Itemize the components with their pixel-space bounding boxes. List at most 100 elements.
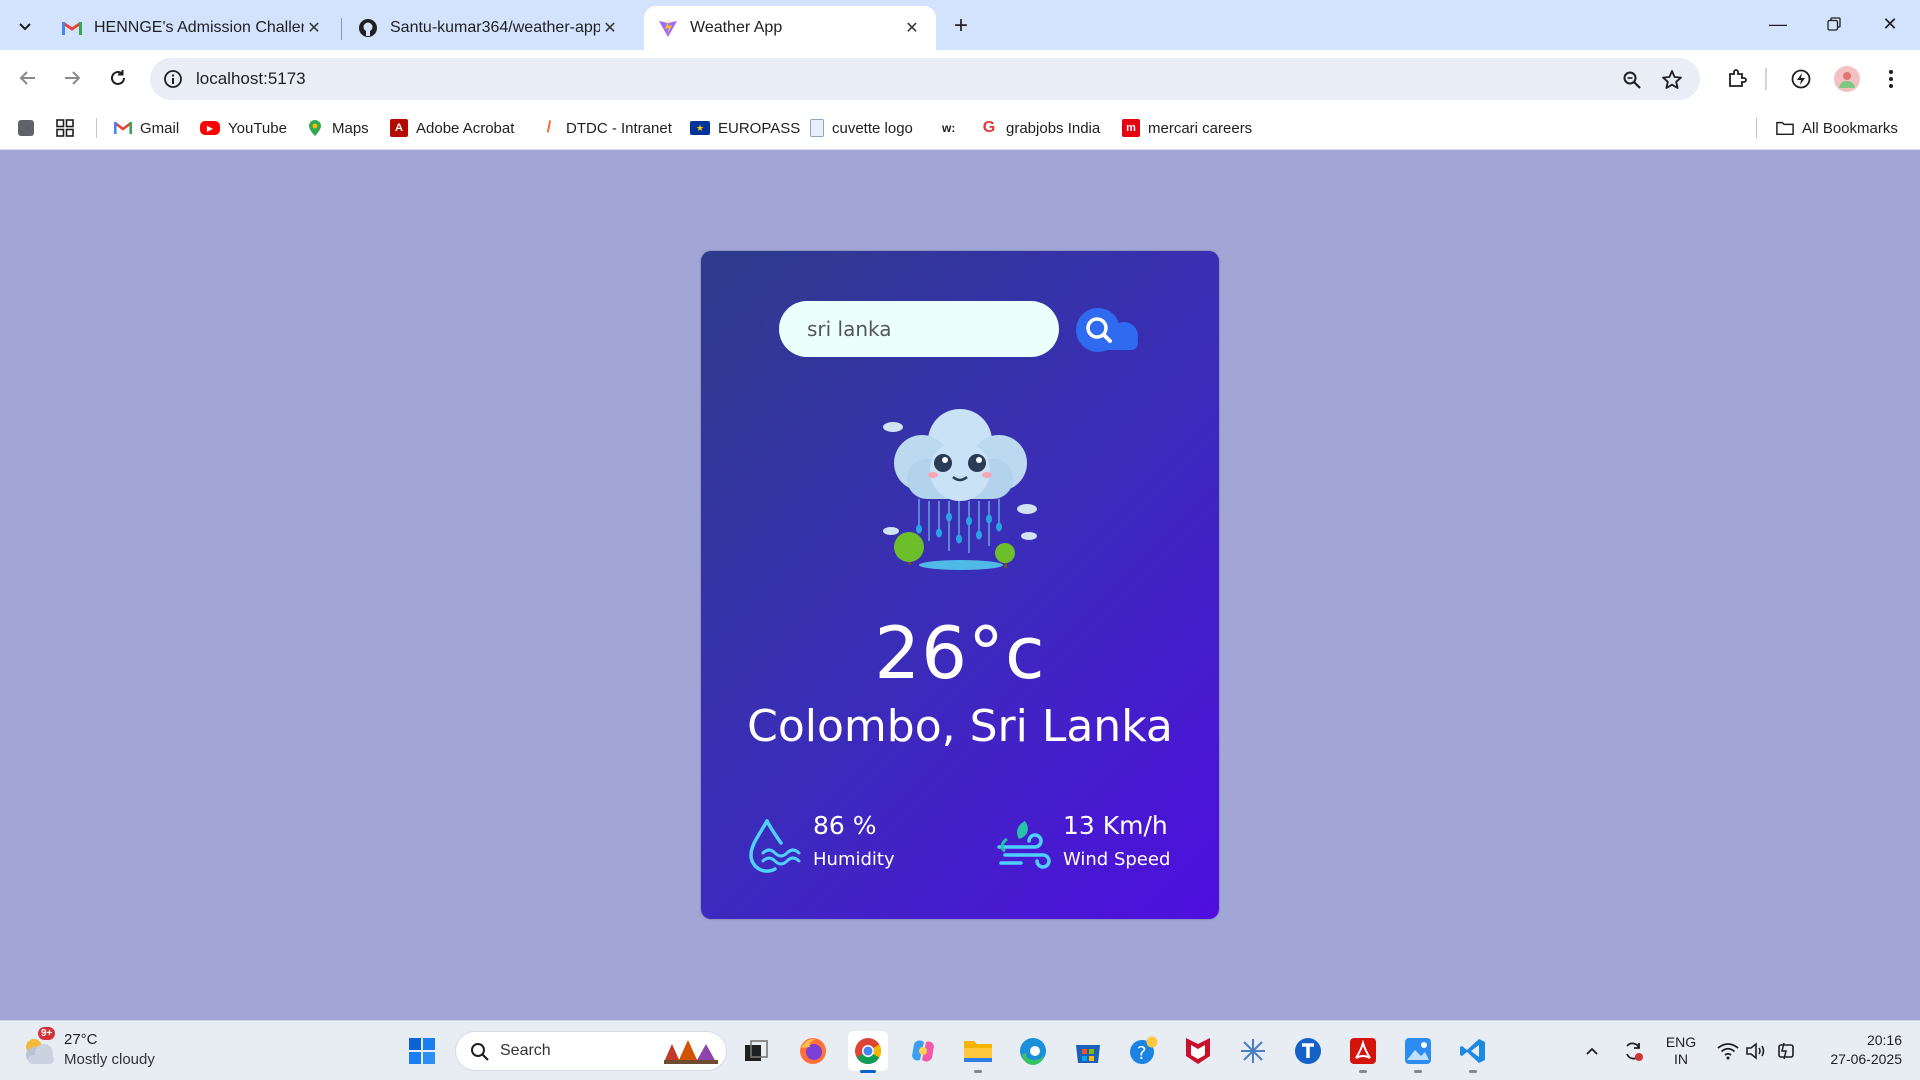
wind-label: Wind Speed [1063,849,1171,870]
bookmark-label: grabjobs India [1006,119,1101,137]
bookmark-gmail[interactable]: Gmail [114,116,179,140]
bookmark-mercari[interactable]: m mercari careers [1122,116,1252,140]
arrow-left-icon [19,71,35,85]
tab-github[interactable]: Santu-kumar364/weather-app: ✕ [344,6,634,50]
search-button[interactable] [1074,306,1142,356]
tab-search-button[interactable] [10,11,40,41]
chevron-down-icon [19,23,31,31]
bookmark-europass[interactable]: ★ EUROPASS [690,116,800,140]
bookmark-cuvette-logo[interactable]: cuvette logo [810,116,913,140]
running-app-indicator [1414,1070,1422,1073]
all-bookmarks-label: All Bookmarks [1802,119,1898,137]
file-explorer-app[interactable] [958,1031,998,1073]
extensions-icon[interactable] [1724,66,1750,92]
close-window-button[interactable]: ✕ [1862,8,1918,40]
acrobat-icon: A [390,119,408,137]
forward-button[interactable] [56,62,88,94]
address-bar[interactable]: localhost:5173 [150,58,1700,100]
search-input[interactable] [779,301,1059,357]
weather-card: 26°c Colombo, Sri Lanka 86 % Humidity 13… [701,251,1219,919]
help-icon: ? [1130,1036,1158,1064]
bookmark-dtdc[interactable]: / DTDC - Intranet [540,116,672,140]
chrome-app[interactable] [848,1031,888,1073]
system-clock[interactable]: 20:16 27-06-2025 [1812,1031,1902,1069]
tab-divider [341,18,342,40]
copilot-app[interactable] [903,1031,943,1071]
quick-settings-button[interactable] [1712,1031,1802,1071]
all-bookmarks-button[interactable]: All Bookmarks [1776,116,1898,140]
store-app[interactable] [1068,1031,1108,1071]
close-icon[interactable]: ✕ [902,18,922,38]
photos-app[interactable] [1398,1031,1438,1073]
firefox-app[interactable] [793,1031,833,1071]
start-button[interactable] [402,1031,442,1071]
eu-flag-icon: ★ [690,121,710,135]
t-app[interactable] [1288,1031,1328,1071]
show-hidden-icons-button[interactable] [1578,1031,1606,1071]
bookmark-label: w: [942,121,956,135]
snipping-app[interactable] [1233,1031,1273,1071]
dtdc-icon: / [546,119,552,136]
tab-weather-app[interactable]: Weather App ✕ [644,6,936,50]
tab-groups-button[interactable] [18,116,42,140]
avatar-icon [1839,72,1855,88]
weather-widget[interactable]: 9+ 27°C Mostly cloudy [20,1027,200,1073]
apps-button[interactable] [56,116,74,140]
humidity-label: Humidity [813,849,895,870]
vscode-icon [1460,1039,1485,1063]
bookmark-label: Gmail [140,119,180,137]
running-app-indicator [974,1070,982,1073]
square-icon [18,120,34,136]
bookmark-label: YouTube [228,119,287,137]
close-icon[interactable]: ✕ [304,18,324,38]
reload-button[interactable] [102,62,134,94]
minimize-button[interactable]: — [1750,8,1806,40]
document-icon [810,119,824,137]
address-text[interactable]: localhost:5173 [196,69,306,89]
info-icon[interactable] [162,68,184,90]
taskbar-search[interactable]: Search [455,1031,727,1071]
vscode-app[interactable] [1453,1031,1493,1073]
photos-icon [1405,1038,1431,1064]
language-code: ENG [1665,1034,1697,1050]
battery-icon [1778,1042,1794,1060]
bookmark-youtube[interactable]: ▶ YouTube [200,116,287,140]
mcafee-app[interactable] [1178,1031,1218,1071]
performance-icon[interactable] [1788,66,1814,92]
cloud-search-icon [1076,308,1138,352]
zoom-icon[interactable] [1620,68,1644,92]
tab-gmail[interactable]: HENNGE's Admission Challenge ✕ [48,6,338,50]
back-button[interactable] [12,62,44,94]
bookmark-w[interactable]: w: [942,116,955,140]
bookmark-grabjobs[interactable]: G grabjobs India [980,116,1100,140]
bookmark-label: mercari careers [1148,119,1253,137]
search-icon [471,1043,489,1061]
bookmark-maps[interactable]: Maps [306,116,369,140]
github-icon [358,18,378,38]
notification-badge: 9+ [38,1027,56,1040]
bookmark-adobe-acrobat[interactable]: A Adobe Acrobat [390,116,514,140]
acrobat-app[interactable] [1343,1031,1383,1073]
arrow-right-icon [65,71,81,85]
browser-toolbar: localhost:5173 [0,50,1920,106]
bookmarks-divider [96,118,97,138]
edge-icon [1020,1038,1046,1065]
language-indicator[interactable]: ENG IN [1660,1031,1702,1071]
volume-icon [1746,1042,1765,1060]
star-icon[interactable] [1660,68,1684,92]
plus-icon: + [953,12,968,39]
svg-text:?: ? [1137,1043,1147,1064]
get-help-app[interactable]: ? [1123,1031,1163,1071]
reload-icon [111,70,125,85]
close-icon[interactable]: ✕ [600,18,620,38]
restore-button[interactable] [1806,8,1862,40]
profile-avatar[interactable] [1834,66,1860,92]
sync-tray-button[interactable] [1618,1031,1648,1071]
edge-app[interactable] [1013,1031,1053,1071]
task-view-button[interactable] [736,1031,776,1071]
search-highlight-icon [664,1040,718,1064]
temperature: 26°c [874,611,1046,695]
menu-icon[interactable] [1878,66,1904,92]
new-tab-button[interactable]: + [946,11,976,41]
weather-temp: 27°C [64,1031,98,1048]
